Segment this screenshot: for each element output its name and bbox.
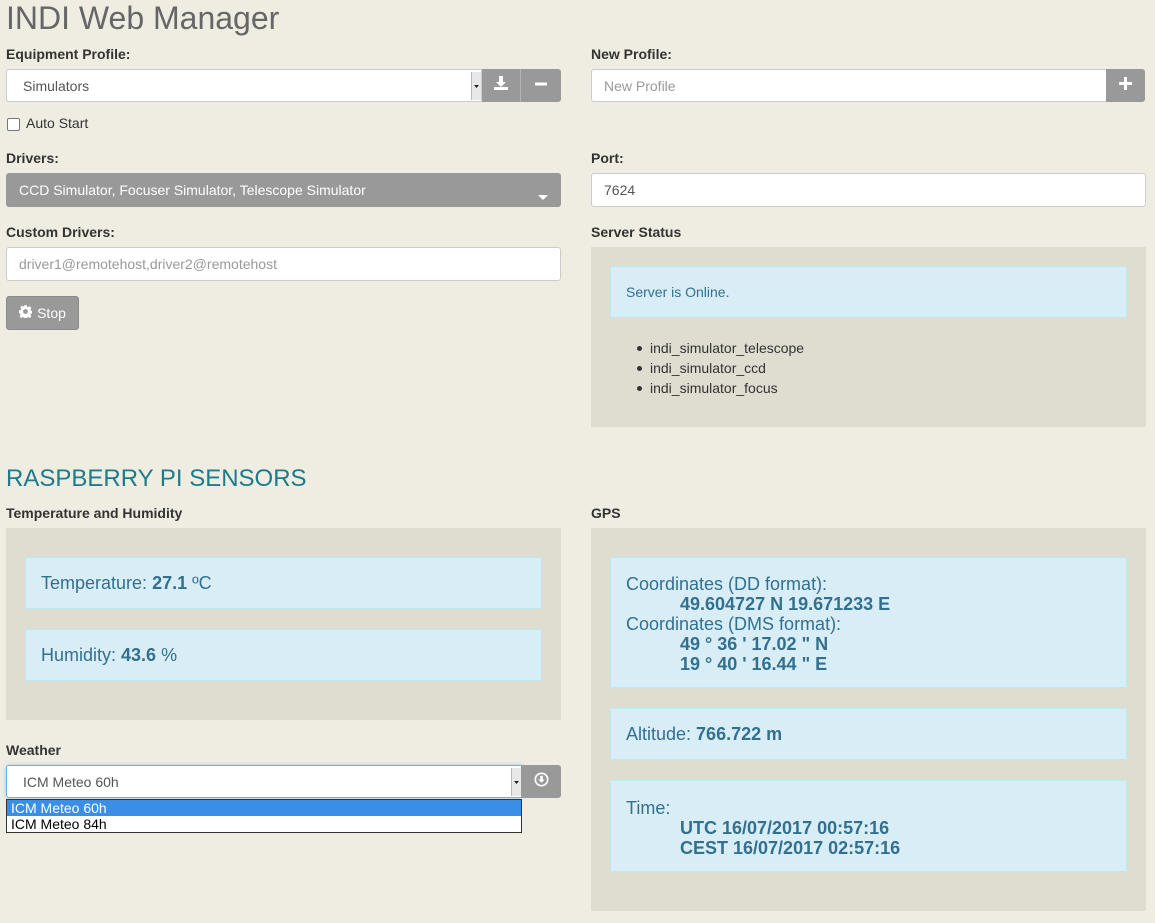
select-arrow-icon	[511, 768, 521, 796]
download-icon	[494, 76, 508, 95]
humidity-value: 43.6	[121, 644, 157, 665]
stop-label: Stop	[37, 305, 66, 321]
utc-time-value: UTC 16/07/2017 00:57:16	[680, 818, 890, 838]
save-profile-button[interactable]	[482, 69, 521, 102]
new-profile-input[interactable]: New Profile	[591, 69, 1107, 102]
weather-option-60h[interactable]: ICM Meteo 60h	[7, 800, 521, 816]
gear-icon	[19, 305, 33, 321]
temp-humidity-label: Temperature and Humidity	[6, 505, 183, 521]
temp-humidity-panel: Temperature: 27.1 ºC Humidity: 43.6 %	[6, 528, 561, 720]
equipment-profile-value: Simulators	[23, 77, 90, 94]
dms-latitude-value: 49 ° 36 ' 17.02 " N	[680, 634, 829, 654]
weather-option-84h[interactable]: ICM Meteo 84h	[7, 816, 521, 832]
time-alert: Time: UTC 16/07/2017 00:57:16 CEST 16/07…	[610, 780, 1127, 872]
temperature-alert: Temperature: 27.1 ºC	[25, 557, 542, 609]
port-label: Port:	[591, 150, 624, 166]
weather-dropdown-list: ICM Meteo 60h ICM Meteo 84h	[6, 799, 522, 833]
drivers-selected-value: CCD Simulator, Focuser Simulator, Telesc…	[19, 182, 366, 198]
list-item: indi_simulator_telescope	[637, 338, 804, 358]
humidity-unit: %	[156, 644, 178, 665]
altitude-value: 766.722 m	[696, 723, 783, 744]
gps-label: GPS	[591, 505, 621, 521]
page-title: INDI Web Manager	[6, 0, 280, 36]
weather-select[interactable]: ICM Meteo 60h	[6, 765, 522, 798]
dms-format-label: Coordinates (DMS format):	[626, 614, 842, 634]
stop-server-button[interactable]: Stop	[6, 296, 79, 330]
list-item: indi_simulator_focus	[637, 378, 804, 398]
dd-format-label: Coordinates (DD format):	[626, 574, 828, 594]
new-profile-label: New Profile:	[591, 46, 672, 62]
dd-format-value: 49.604727 N 19.671233 E	[680, 594, 891, 614]
running-drivers-list: indi_simulator_telescope indi_simulator_…	[637, 338, 804, 398]
server-status-panel: Server is Online. indi_simulator_telesco…	[591, 247, 1146, 427]
plus-icon	[1119, 76, 1132, 95]
custom-drivers-label: Custom Drivers:	[6, 224, 115, 240]
select-arrow-icon	[471, 72, 481, 100]
equipment-profile-select[interactable]: Simulators	[6, 69, 482, 102]
weather-selected-value: ICM Meteo 60h	[23, 773, 119, 790]
time-label: Time:	[626, 798, 671, 818]
port-input[interactable]: 7624	[591, 173, 1146, 207]
caret-down-icon	[538, 188, 548, 204]
remove-profile-button[interactable]	[521, 69, 561, 102]
cest-time-value: CEST 16/07/2017 02:57:16	[680, 838, 901, 858]
download-circle-icon	[533, 771, 549, 792]
temperature-prefix: Temperature:	[41, 572, 153, 593]
coordinates-alert: Coordinates (DD format): 49.604727 N 19.…	[610, 557, 1127, 688]
temperature-unit: ºC	[187, 572, 212, 593]
altitude-alert: Altitude: 766.722 m	[610, 708, 1127, 760]
custom-drivers-input[interactable]: driver1@remotehost,driver2@remotehost	[6, 247, 561, 281]
server-status-label: Server Status	[591, 224, 682, 240]
list-item: indi_simulator_ccd	[637, 358, 804, 378]
auto-start-label: Auto Start	[26, 115, 89, 131]
humidity-prefix: Humidity:	[41, 644, 122, 665]
equipment-profile-label: Equipment Profile:	[6, 46, 131, 62]
drivers-label: Drivers:	[6, 150, 59, 166]
sensors-section-title: RASPBERRY PI SENSORS	[6, 465, 307, 492]
add-profile-button[interactable]	[1106, 69, 1145, 102]
drivers-multiselect[interactable]: CCD Simulator, Focuser Simulator, Telesc…	[6, 173, 561, 207]
altitude-prefix: Altitude:	[626, 723, 697, 744]
gps-panel: Coordinates (DD format): 49.604727 N 19.…	[591, 528, 1146, 911]
weather-download-button[interactable]	[521, 765, 561, 798]
weather-label: Weather	[6, 742, 61, 758]
minus-icon	[535, 77, 547, 95]
server-online-alert: Server is Online.	[610, 266, 1127, 318]
auto-start-checkbox[interactable]	[7, 118, 20, 131]
temperature-value: 27.1	[152, 572, 188, 593]
dms-longitude-value: 19 ° 40 ' 16.44 " E	[680, 654, 828, 674]
humidity-alert: Humidity: 43.6 %	[25, 629, 542, 681]
